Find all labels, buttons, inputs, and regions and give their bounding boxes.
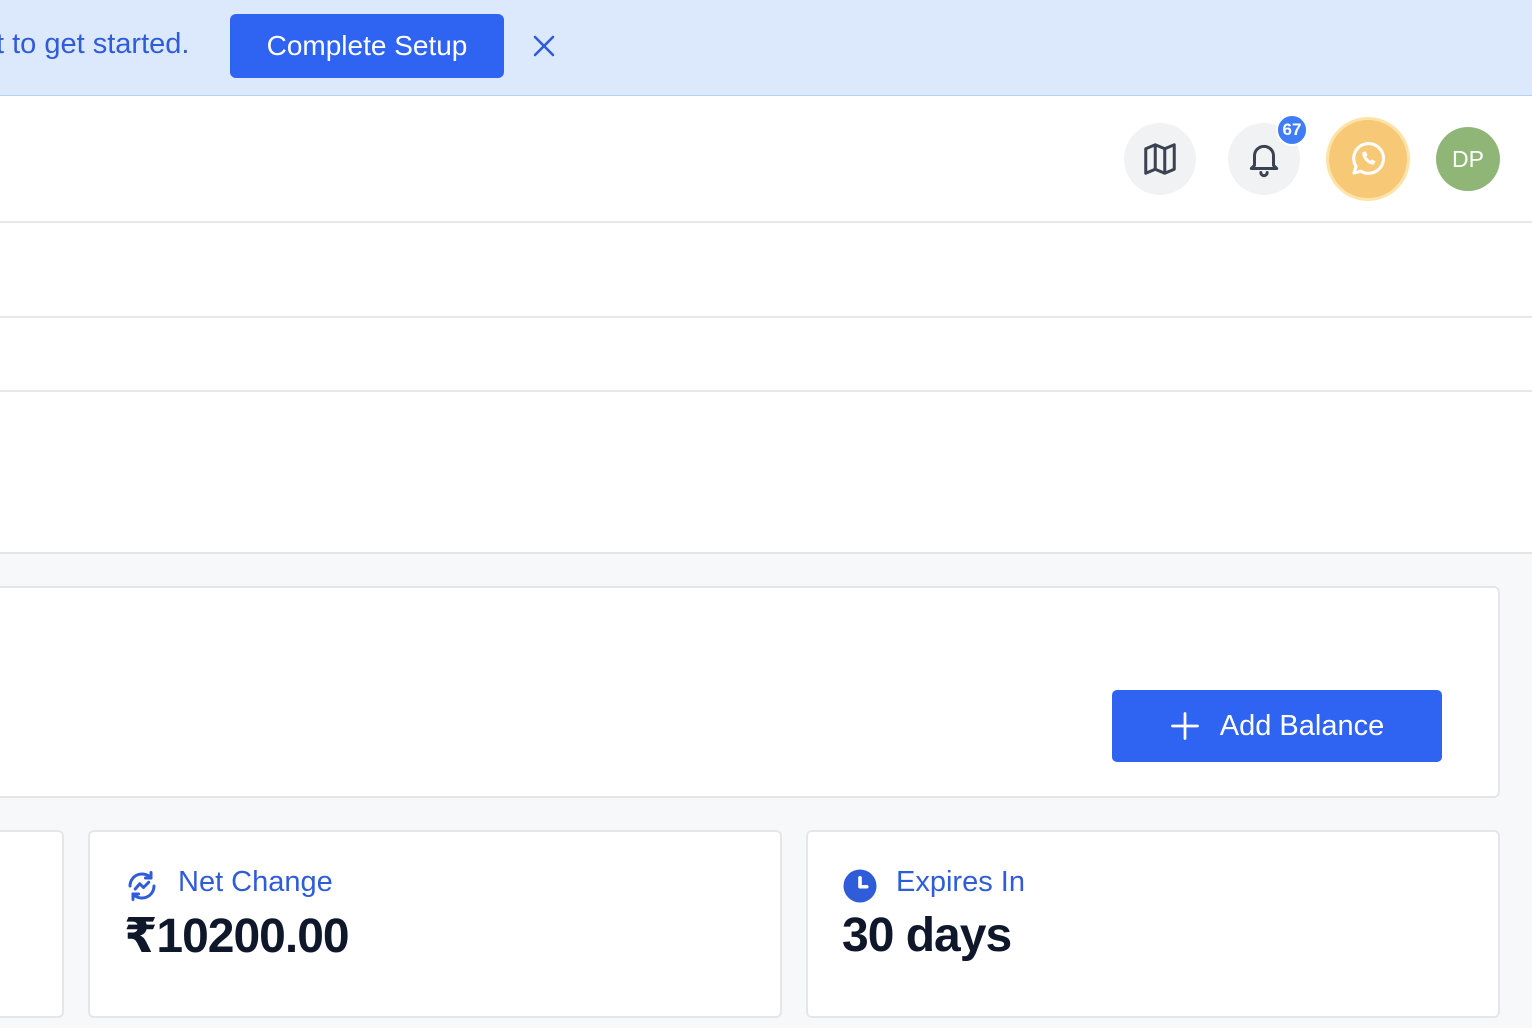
notification-count-badge: 67: [1276, 114, 1308, 146]
whatsapp-icon: [1352, 142, 1386, 175]
setup-banner: t to get started. Complete Setup: [0, 0, 1532, 96]
complete-setup-button[interactable]: Complete Setup: [230, 14, 504, 78]
map-icon: [1144, 143, 1176, 175]
map-button[interactable]: [1124, 123, 1196, 195]
stat-card-expires-in: Expires In 30 days: [806, 830, 1500, 1018]
close-icon: [533, 35, 555, 57]
add-balance-label: Add Balance: [1219, 709, 1385, 742]
section-row-2: [0, 318, 1532, 392]
close-banner-button[interactable]: [528, 30, 560, 62]
clock-icon: [843, 869, 877, 903]
add-balance-button[interactable]: Add Balance: [1112, 690, 1442, 762]
whatsapp-button[interactable]: [1326, 117, 1410, 201]
trend-refresh-icon: [128, 871, 156, 901]
net-change-label: Net Change: [178, 866, 333, 898]
bell-icon: [1249, 144, 1279, 178]
expires-in-value: 30 days: [842, 909, 1012, 962]
top-header: [0, 96, 1532, 223]
net-change-value: ₹10200.00: [124, 910, 350, 963]
section-row-3: [0, 392, 1532, 554]
user-avatar[interactable]: DP: [1436, 127, 1500, 191]
stat-card-net-change: Net Change ₹10200.00: [88, 830, 782, 1018]
content-area: Add Balance Net Change ₹10200.00 Expires…: [0, 554, 1532, 1028]
stat-card-partial: [0, 830, 64, 1018]
section-row-1: [0, 223, 1532, 318]
plus-icon: [1170, 712, 1199, 740]
expires-in-label: Expires In: [896, 866, 1025, 898]
banner-message: t to get started.: [0, 28, 190, 60]
balance-card: Add Balance: [0, 586, 1500, 798]
